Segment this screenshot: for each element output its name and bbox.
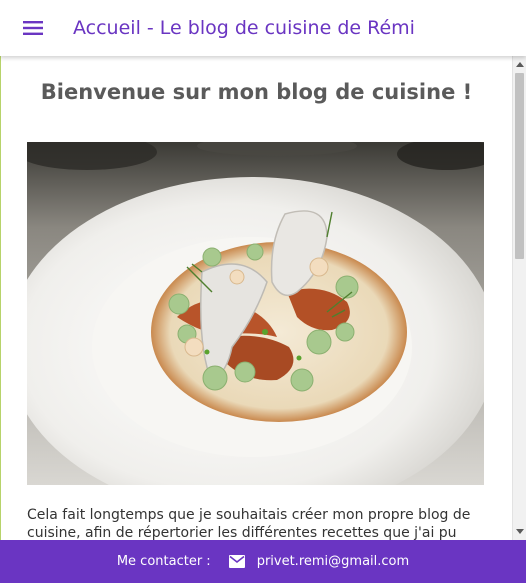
menu-button[interactable] xyxy=(21,16,45,40)
contact-label: Me contacter : xyxy=(116,554,211,569)
page-title: Accueil - Le blog de cuisine de Rémi xyxy=(73,17,415,39)
app-bar: Accueil - Le blog de cuisine de Rémi xyxy=(0,0,526,56)
mail-icon xyxy=(228,555,245,568)
left-border-line xyxy=(0,56,1,540)
menu-icon xyxy=(23,21,43,35)
intro-paragraph: Cela fait longtemps que je souhaitais cr… xyxy=(27,507,471,540)
scroll-up-icon[interactable] xyxy=(516,62,524,67)
scroll-thumb[interactable] xyxy=(515,73,524,259)
plated-dish-photo xyxy=(27,142,484,485)
scroll-down-icon[interactable] xyxy=(516,529,524,534)
welcome-heading: Bienvenue sur mon blog de cuisine ! xyxy=(40,80,473,104)
main-content: Bienvenue sur mon blog de cuisine ! Cela… xyxy=(1,56,512,540)
contact-footer: Me contacter : privet.remi@gmail.com xyxy=(0,540,526,583)
hero-image xyxy=(27,142,484,485)
content-scrollbar[interactable] xyxy=(512,56,526,540)
contact-email-link[interactable]: privet.remi@gmail.com xyxy=(257,554,409,569)
